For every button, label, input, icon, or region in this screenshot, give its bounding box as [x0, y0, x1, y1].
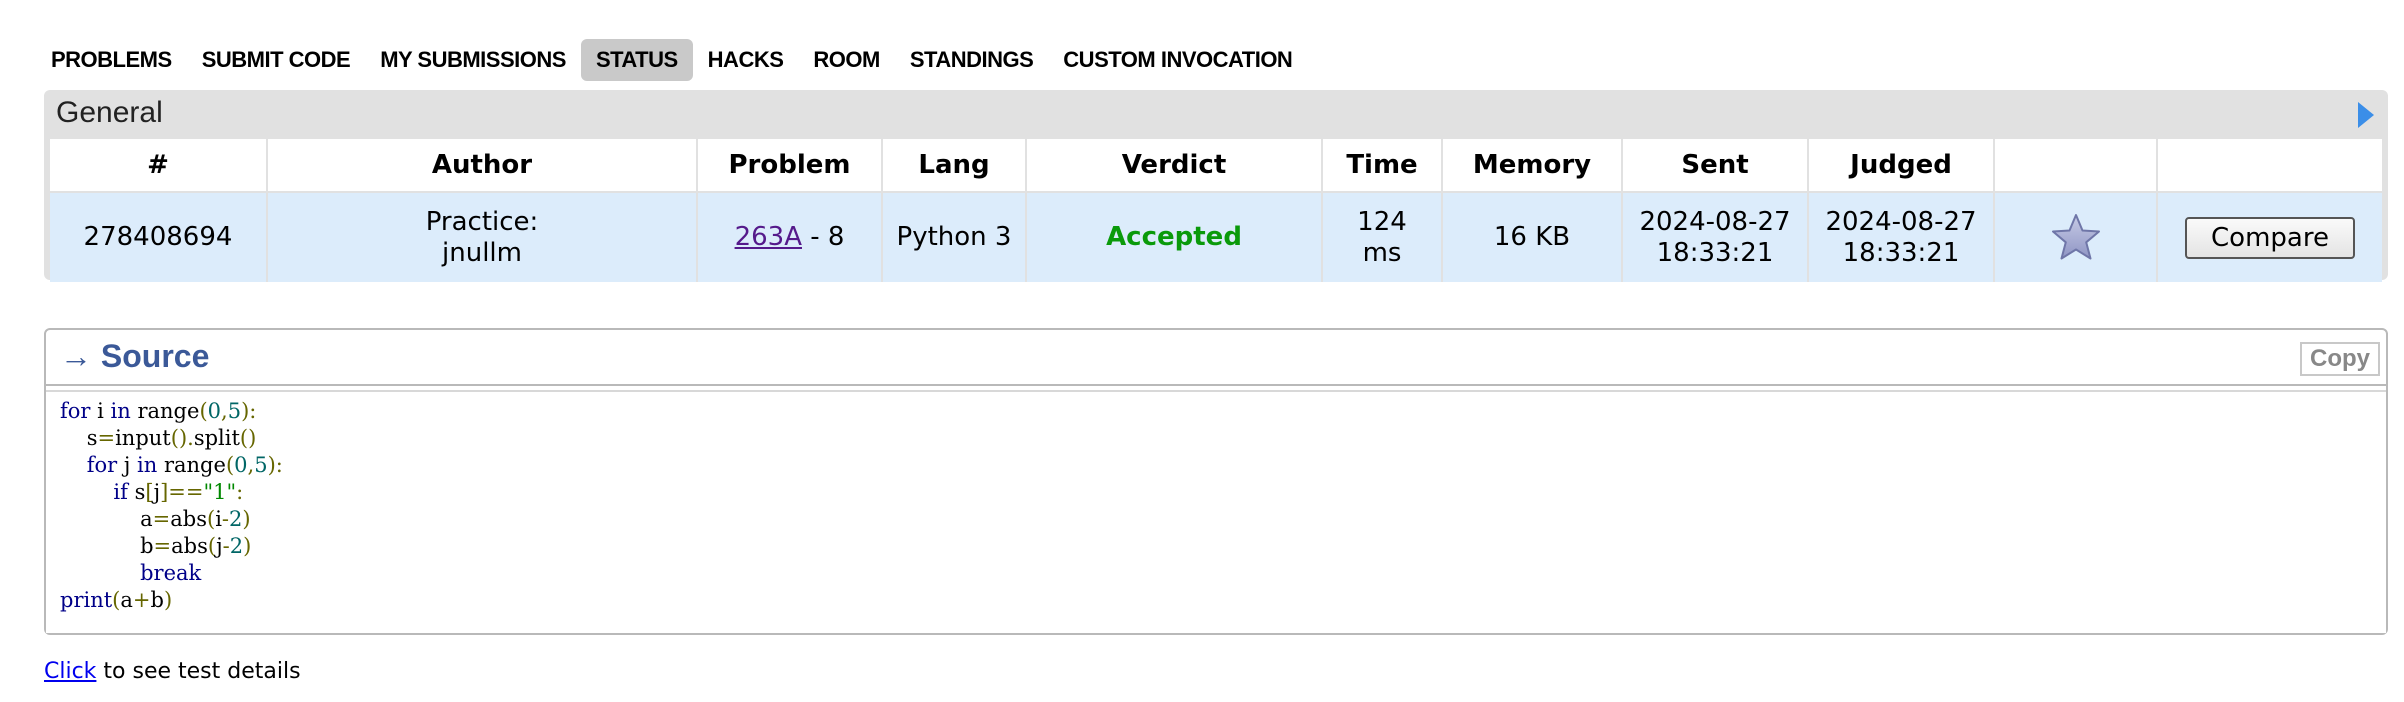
sent-time: 18:33:21 — [1656, 237, 1774, 268]
code-line: if s[j]=="1": — [113, 480, 244, 504]
triangle-right-icon[interactable] — [2358, 102, 2374, 128]
nav-problems[interactable]: PROBLEMS — [36, 39, 187, 81]
col-header-author: Author — [267, 139, 698, 192]
table-row: 278408694 Practice: jnullm 263A - 8 Pyth… — [50, 191, 2382, 282]
test-details-hint: Click to see test details — [44, 659, 301, 684]
sent-date: 2024-08-27 — [1639, 206, 1791, 237]
code-line: for j in range(0,5): — [86, 453, 283, 477]
nav-status[interactable]: STATUS — [580, 39, 693, 81]
arrow-right-icon: → — [60, 338, 92, 374]
verdict-cell: Accepted — [1026, 191, 1323, 282]
time-cell: 124 ms — [1322, 191, 1443, 282]
col-header-time: Time — [1322, 139, 1443, 192]
test-details-link[interactable]: Click — [44, 659, 96, 684]
lang-cell: Python 3 — [882, 191, 1027, 282]
star-icon[interactable] — [2050, 212, 2102, 264]
memory-cell: 16 KB — [1442, 191, 1623, 282]
code-line: break — [140, 561, 202, 585]
general-title: General — [56, 96, 163, 129]
top-nav: PROBLEMS SUBMIT CODE MY SUBMISSIONS STAT… — [36, 38, 1307, 82]
author-label: Practice: — [425, 206, 539, 237]
col-header-problem: Problem — [697, 139, 883, 192]
problem-suffix: - 8 — [801, 222, 845, 252]
col-header-favorite — [1994, 139, 2158, 192]
nav-room[interactable]: ROOM — [798, 39, 894, 81]
source-title: → Source — [60, 338, 209, 375]
author-cell: Practice: jnullm — [267, 191, 698, 282]
source-title-text: Source — [100, 338, 210, 374]
nav-custom-invocation[interactable]: CUSTOM INVOCATION — [1048, 39, 1307, 81]
sent-cell: 2024-08-27 18:33:21 — [1622, 191, 1809, 282]
col-header-judged: Judged — [1808, 139, 1995, 192]
nav-hacks[interactable]: HACKS — [693, 39, 799, 81]
source-header: → Source Copy — [46, 330, 2386, 386]
favorite-cell — [1994, 191, 2158, 282]
submission-table: # Author Problem Lang Verdict Time Memor… — [50, 139, 2382, 282]
general-panel: General # Author Problem Lang Verdict Ti… — [44, 90, 2388, 282]
code-line: s=input().split() — [60, 426, 257, 450]
judged-time: 18:33:21 — [1842, 237, 1960, 268]
code-line: print(a+b) — [60, 588, 173, 612]
col-header-compare — [2157, 139, 2382, 192]
col-header-id: # — [50, 139, 268, 192]
judged-cell: 2024-08-27 18:33:21 — [1808, 191, 1995, 282]
test-details-text: to see test details — [96, 659, 301, 684]
nav-my-submissions[interactable]: MY SUBMISSIONS — [365, 39, 581, 81]
code-line: for i in range(0,5): — [60, 399, 257, 423]
code-line: a=abs(i-2) — [60, 507, 251, 531]
time-unit: ms — [1362, 237, 1402, 268]
col-header-verdict: Verdict — [1026, 139, 1323, 192]
source-code[interactable]: for i in range(0,5): s=input().split() f… — [46, 390, 2386, 633]
source-panel: → Source Copy for i in range(0,5): s=inp… — [44, 328, 2388, 635]
col-header-memory: Memory — [1442, 139, 1623, 192]
judged-date: 2024-08-27 — [1825, 206, 1977, 237]
col-header-lang: Lang — [882, 139, 1027, 192]
problem-cell: 263A - 8 — [697, 191, 883, 282]
compare-cell: Compare — [2157, 191, 2382, 282]
table-header-row: # Author Problem Lang Verdict Time Memor… — [50, 139, 2382, 192]
nav-submit-code[interactable]: SUBMIT CODE — [187, 39, 366, 81]
time-value: 124 — [1357, 206, 1407, 237]
author-handle: jnullm — [442, 237, 522, 268]
problem-link[interactable]: 263A — [735, 222, 802, 252]
submission-id: 278408694 — [50, 191, 268, 282]
copy-button[interactable]: Copy — [2300, 342, 2380, 376]
compare-button[interactable]: Compare — [2185, 216, 2355, 259]
code-line: b=abs(j-2) — [60, 534, 252, 558]
col-header-sent: Sent — [1622, 139, 1809, 192]
nav-standings[interactable]: STANDINGS — [895, 39, 1048, 81]
